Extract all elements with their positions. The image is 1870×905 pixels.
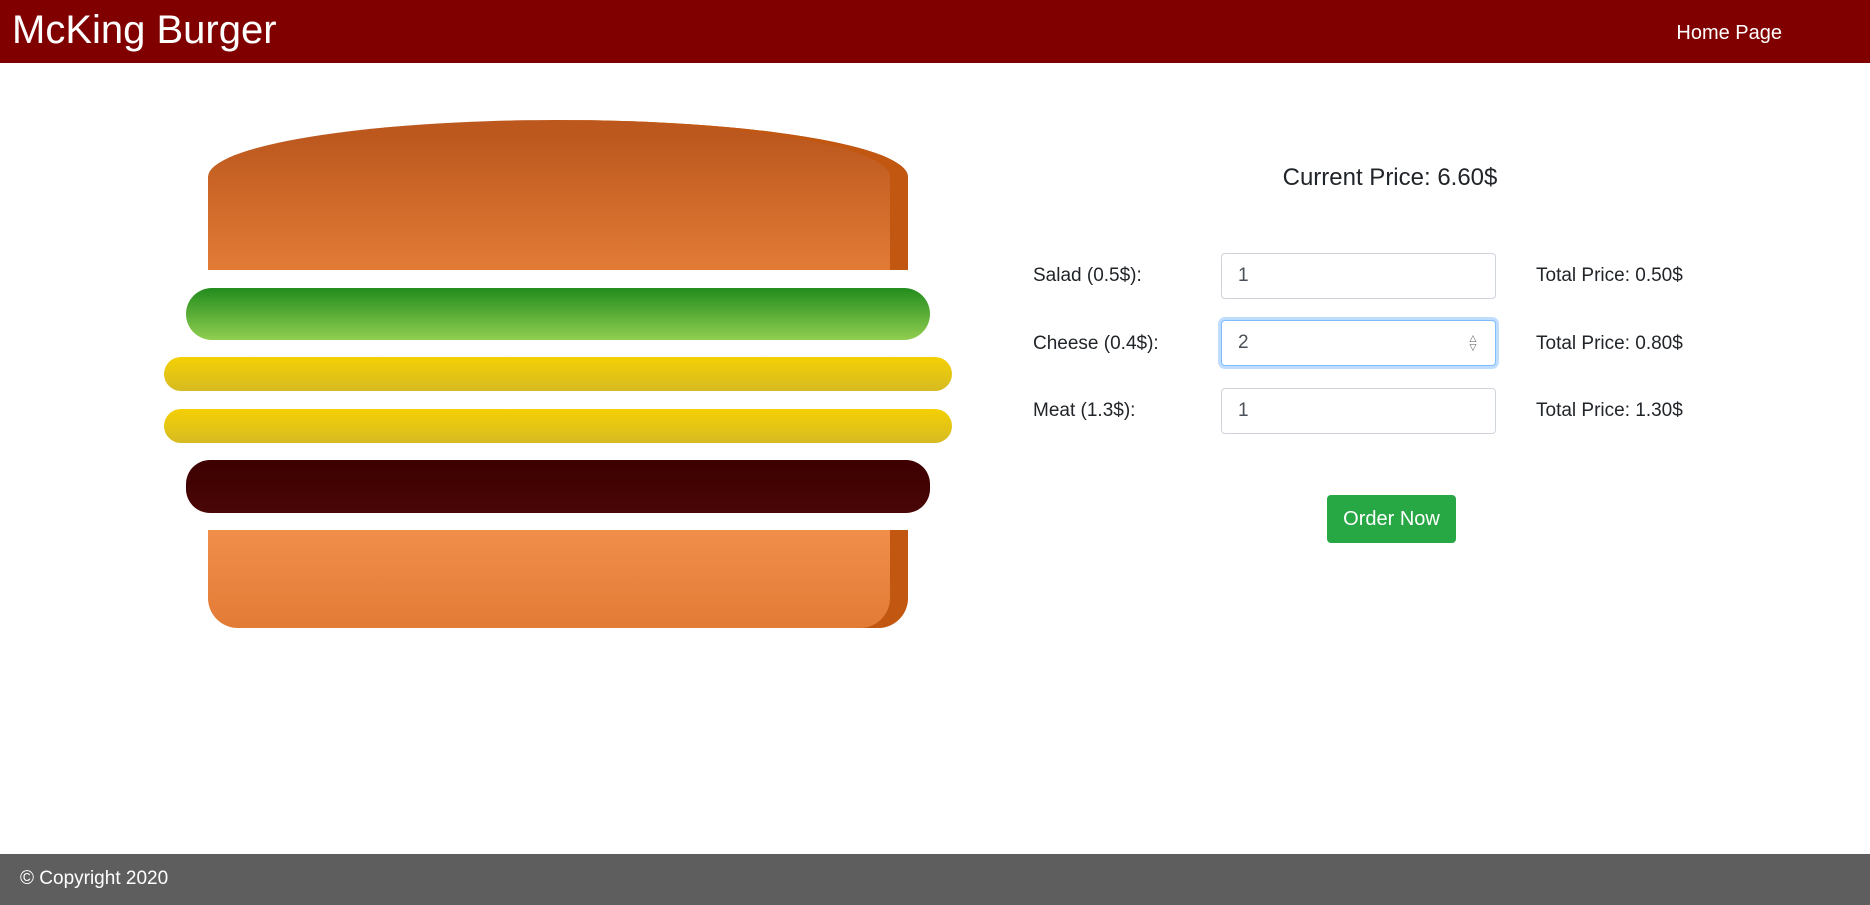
cheese-quantity-input[interactable] — [1221, 320, 1496, 366]
burger-bread-bottom — [208, 530, 908, 628]
burger-bread-top — [208, 120, 908, 270]
meat-quantity-input[interactable] — [1221, 388, 1496, 434]
home-page-link[interactable]: Home Page — [1676, 21, 1782, 45]
burger-meat-layer — [186, 460, 930, 513]
cheese-total-price: Total Price: 0.80$ — [1536, 333, 1683, 354]
footer: © Copyright 2020 — [0, 854, 1870, 905]
salad-label: Salad (0.5$): — [1033, 265, 1142, 286]
salad-quantity-input[interactable] — [1221, 253, 1496, 299]
copyright-text: © Copyright 2020 — [20, 868, 169, 889]
burger-salad-layer — [186, 288, 930, 340]
salad-total-price: Total Price: 0.50$ — [1536, 265, 1683, 286]
top-navbar: McKing Burger Home Page — [0, 0, 1870, 63]
brand-title: McKing Burger — [12, 8, 277, 52]
meat-label: Meat (1.3$): — [1033, 400, 1136, 421]
meat-total-price: Total Price: 1.30$ — [1536, 400, 1683, 421]
burger-cheese-layer — [164, 409, 952, 443]
number-spinner-icon[interactable]: △ ▽ — [1467, 334, 1479, 352]
current-price: Current Price: 6.60$ — [1282, 164, 1498, 191]
burger-cheese-layer — [164, 357, 952, 391]
order-now-button[interactable]: Order Now — [1327, 495, 1456, 543]
cheese-label: Cheese (0.4$): — [1033, 333, 1159, 354]
